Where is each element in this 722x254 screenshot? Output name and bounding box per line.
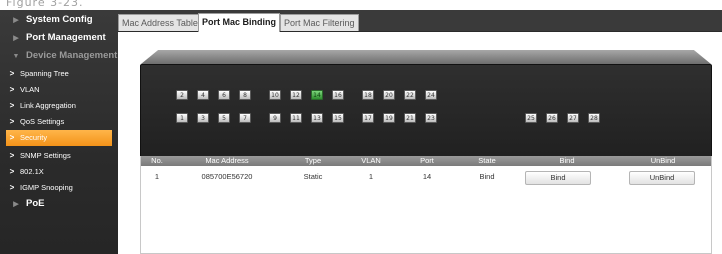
sidebar-item-label: Link Aggregation	[20, 101, 76, 110]
table-row: 1 085700E56720 Static 1 14 Bind Bind UnB…	[141, 166, 711, 188]
chevron-right-icon: >	[9, 183, 15, 192]
sidebar-item-label: System Config	[26, 14, 93, 25]
mac-binding-table: No. Mac Address Type VLAN Port State Bin…	[140, 156, 712, 254]
port-10[interactable]: 10	[269, 90, 281, 100]
port-1[interactable]: 1	[176, 113, 188, 123]
switch-panel-top	[141, 50, 711, 64]
port-4[interactable]: 4	[197, 90, 209, 100]
port-8[interactable]: 8	[239, 90, 251, 100]
column-header: No.	[151, 156, 163, 165]
sidebar-item-label: Device Management	[26, 50, 118, 61]
port-23[interactable]: 23	[425, 113, 437, 123]
port-9[interactable]: 9	[269, 113, 281, 123]
sidebar-item-label: PoE	[26, 198, 45, 209]
sidebar-item-port-management[interactable]: ▶ Port Management	[0, 30, 118, 46]
sidebar-item-device-management[interactable]: ▼ Device Management	[0, 48, 118, 64]
sidebar-item-label: QoS Settings	[20, 117, 65, 126]
column-header: Type	[304, 156, 322, 165]
sidebar-item-802-1x[interactable]: >802.1X	[0, 164, 118, 180]
port-19[interactable]: 19	[383, 113, 395, 123]
port-11[interactable]: 11	[290, 113, 302, 123]
column-header: Mac Address	[205, 156, 249, 165]
cell-vlan: 1	[368, 172, 374, 181]
port-28[interactable]: 28	[588, 113, 600, 123]
column-header: UnBind	[650, 156, 676, 165]
port-12[interactable]: 12	[290, 90, 302, 100]
cell-port: 14	[422, 172, 432, 181]
sidebar-item-snmp-settings[interactable]: > SNMP Settings	[0, 148, 118, 164]
tab-bar: Mac Address Table Port Mac Binding Port …	[118, 10, 722, 32]
cell-no: 1	[154, 172, 160, 181]
sidebar-item-label: Security	[20, 133, 48, 142]
sidebar-item-label: 802.1X	[20, 167, 44, 176]
port-24[interactable]: 24	[425, 90, 437, 100]
sidebar-item-vlan[interactable]: > VLAN	[0, 82, 118, 98]
table-header: No. Mac Address Type VLAN Port State Bin…	[141, 156, 711, 166]
port-14[interactable]: 14	[311, 90, 323, 100]
tab-port-mac-binding[interactable]: Port Mac Binding	[198, 13, 280, 32]
unbind-button[interactable]: UnBind	[629, 171, 695, 185]
port-2[interactable]: 2	[176, 90, 188, 100]
sidebar-item-label: VLAN	[20, 85, 40, 94]
sidebar-item-poe[interactable]: ▶ PoE	[0, 196, 118, 212]
sidebar-item-label: SNMP Settings	[20, 151, 71, 160]
port-3[interactable]: 3	[197, 113, 209, 123]
sidebar-item-spanning-tree[interactable]: > Spanning Tree	[0, 66, 118, 82]
chevron-right-icon: ▶	[13, 201, 19, 208]
sidebar-item-system-config[interactable]: ▶ System Config	[0, 12, 118, 28]
column-header: VLAN	[361, 156, 381, 165]
sidebar-item-link-aggregation[interactable]: > Link Aggregation	[0, 98, 118, 114]
column-header: Bind	[559, 156, 575, 165]
port-6[interactable]: 6	[218, 90, 230, 100]
bind-button[interactable]: Bind	[525, 171, 591, 185]
port-25[interactable]: 25	[525, 113, 537, 123]
chevron-right-icon: >	[9, 85, 15, 94]
port-20[interactable]: 20	[383, 90, 395, 100]
sidebar-item-qos-settings[interactable]: > QoS Settings	[0, 114, 118, 130]
port-15[interactable]: 15	[332, 113, 344, 123]
sidebar-item-label: IGMP Snooping	[20, 183, 73, 192]
chevron-down-icon: ▼	[12, 53, 20, 60]
main-content: 2 4 6 8 10 12 14 16 18 20 22 24 1 3 5 7 9 11 13 15 17 19 21 23 2…	[118, 32, 722, 254]
column-header: State	[478, 156, 496, 165]
chevron-right-icon: >	[9, 117, 15, 126]
port-18[interactable]: 18	[362, 90, 374, 100]
sidebar-nav: ▶ System Config ▶ Port Management ▼ Device …	[0, 10, 118, 254]
port-13[interactable]: 13	[311, 113, 323, 123]
chevron-right-icon: >	[9, 167, 15, 176]
chevron-right-icon: >	[9, 101, 15, 110]
sidebar-item-security[interactable]: > Security	[6, 130, 112, 146]
port-5[interactable]: 5	[218, 113, 230, 123]
cell-mac-address: 085700E56720	[201, 172, 253, 181]
chevron-right-icon: ▶	[13, 17, 19, 24]
cell-state: Bind	[479, 172, 495, 181]
port-21[interactable]: 21	[404, 113, 416, 123]
sidebar-item-igmp-snooping[interactable]: > IGMP Snooping	[0, 180, 118, 196]
port-16[interactable]: 16	[332, 90, 344, 100]
port-22[interactable]: 22	[404, 90, 416, 100]
port-26[interactable]: 26	[546, 113, 558, 123]
chevron-right-icon: >	[9, 133, 15, 142]
port-27[interactable]: 27	[567, 113, 579, 123]
chevron-right-icon: >	[9, 69, 15, 78]
sidebar-item-label: Spanning Tree	[20, 69, 69, 78]
chevron-right-icon: >	[9, 151, 15, 160]
cell-type: Static	[303, 172, 323, 181]
port-17[interactable]: 17	[362, 113, 374, 123]
figure-caption: Figure 3-23.	[6, 0, 84, 8]
column-header: Port	[420, 156, 434, 165]
switch-front-panel: 2 4 6 8 10 12 14 16 18 20 22 24 1 3 5 7 9 11 13 15 17 19 21 23 2…	[140, 64, 712, 162]
tab-mac-address-table[interactable]: Mac Address Table	[118, 14, 202, 31]
sidebar-item-label: Port Management	[26, 32, 106, 43]
tab-port-mac-filtering[interactable]: Port Mac Filtering	[280, 14, 359, 31]
port-7[interactable]: 7	[239, 113, 251, 123]
chevron-right-icon: ▶	[13, 35, 19, 42]
